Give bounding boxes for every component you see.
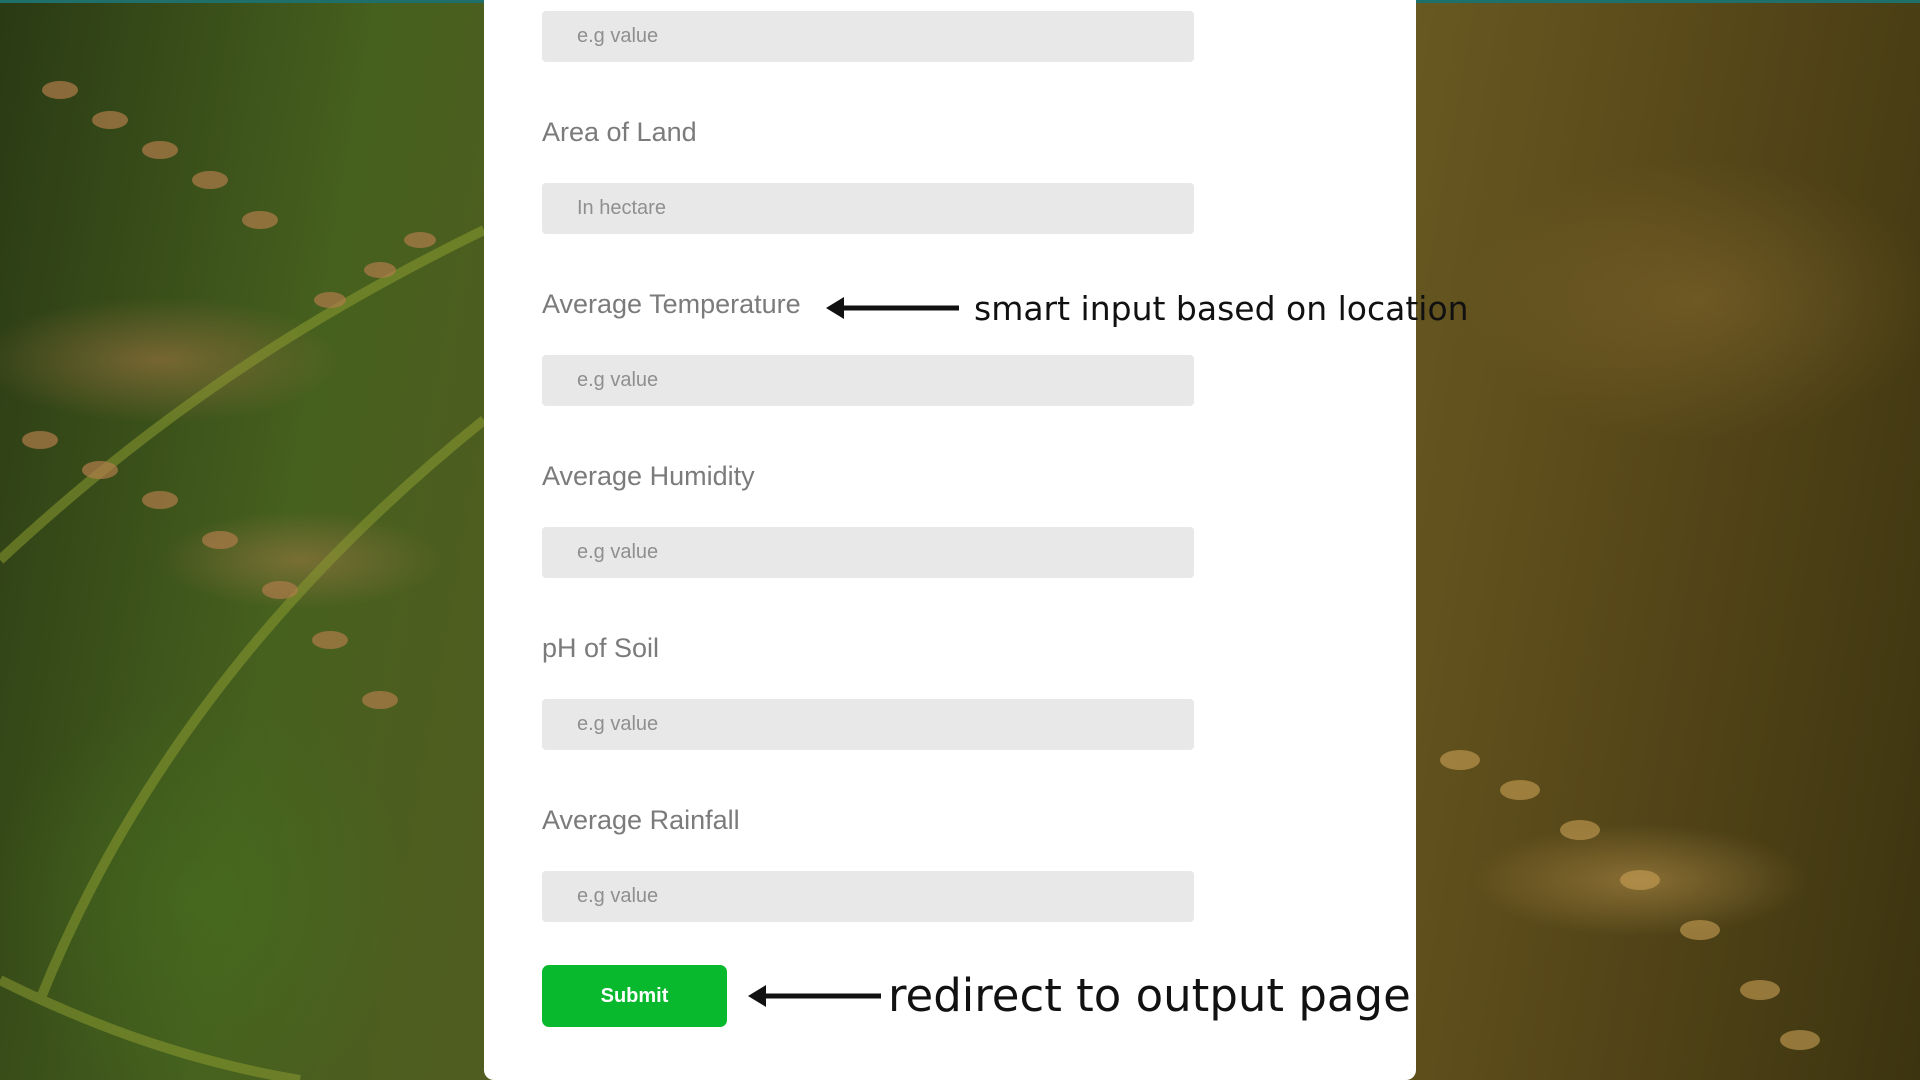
input-form-panel: Area of Land Average Temperature Average… [484,0,1416,1080]
temperature-annotation-text: smart input based on location [974,288,1469,328]
average-temperature-input[interactable] [542,355,1194,406]
average-rainfall-input[interactable] [542,871,1194,922]
left-arrow-icon [824,286,960,330]
temperature-annotation: smart input based on location [824,286,1469,330]
average-temperature-label: Average Temperature [542,289,801,319]
ph-of-soil-input[interactable] [542,699,1194,750]
submit-annotation: redirect to output page [746,969,1411,1022]
left-arrow-icon [746,971,882,1021]
average-rainfall-label: Average Rainfall [542,805,740,835]
submit-annotation-text: redirect to output page [888,969,1411,1022]
average-humidity-input[interactable] [542,527,1194,578]
area-of-land-label: Area of Land [542,117,697,147]
average-humidity-label: Average Humidity [542,461,755,491]
submit-button[interactable]: Submit [542,965,727,1027]
area-of-land-input[interactable] [542,183,1194,234]
top-value-input[interactable] [542,11,1194,62]
ph-of-soil-label: pH of Soil [542,633,660,663]
